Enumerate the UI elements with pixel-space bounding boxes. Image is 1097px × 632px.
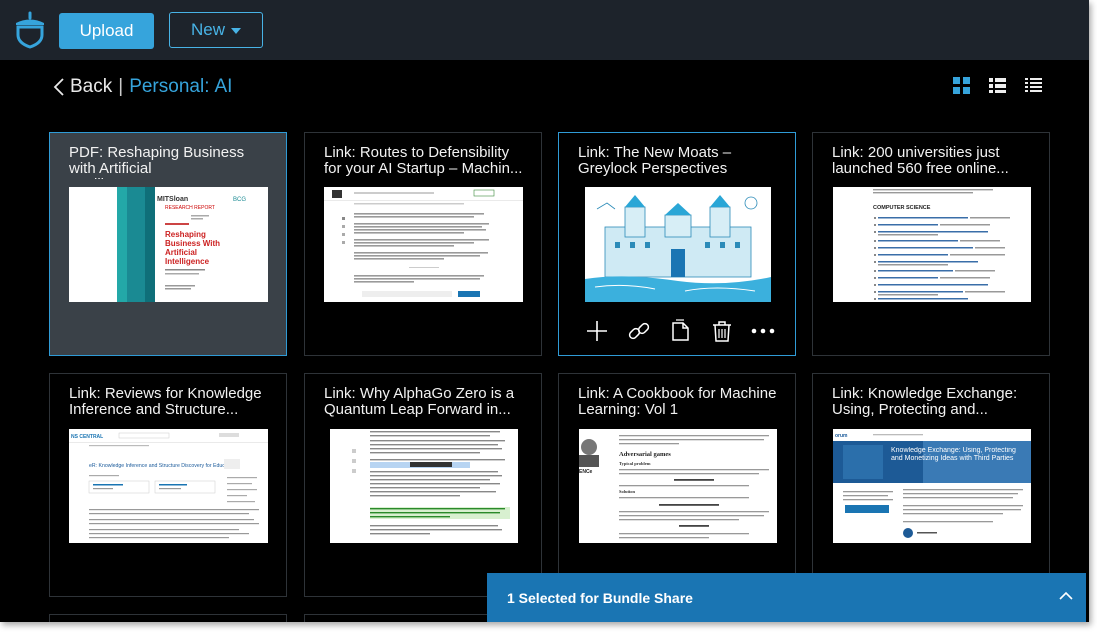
svg-text:ENCe: ENCe [579,469,593,475]
item-card-partial [49,614,287,622]
card-thumbnail: ENCe Adversarial games Typical problem S… [579,429,777,543]
card-title: Link: Reviews for Knowledge Inference an… [69,386,262,418]
back-link[interactable]: Back [70,76,112,98]
chevron-up-icon[interactable] [1059,591,1073,601]
card-thumbnail [324,187,523,302]
item-card[interactable]: Link: A Cookbook for Machine Learning: V… [558,373,796,597]
link-icon[interactable] [627,319,651,343]
thumb-ke-title: Knowledge Exchange: Using, Protecting an… [891,447,1016,462]
card-title: Link: A Cookbook for Machine Learning: V… [578,386,777,418]
thumb-cs-heading: COMPUTER SCIENCE [873,205,931,211]
breadcrumb-personal[interactable]: Personal [129,76,204,98]
bundle-share-label: 1 Selected for Bundle Share [507,590,693,606]
breadcrumb-separator: | [118,76,124,97]
item-card[interactable]: PDF: Reshaping Business with Artificial … [49,132,287,356]
thumb-cookbook-sub2: Solution [619,489,636,494]
thumb-report-label: RESEARCH REPORT [165,205,215,211]
svg-text:Intelligence: Intelligence [165,257,210,266]
card-actions [585,319,775,343]
card-thumbnail: COMPUTER SCIENCE [833,187,1031,302]
thumb-kr-title: eR: Knowledge Inference and Structure Di… [89,463,236,469]
bundle-share-bar[interactable]: 1 Selected for Bundle Share [487,573,1086,622]
card-title: Link: The New Moats – Greylock Perspecti… [578,145,732,177]
card-thumbnail: NS CENTRAL eR: Knowledge Inference and S… [69,429,268,543]
card-title: Link: Routes to Defensibility for your A… [324,145,523,177]
svg-text:BCG: BCG [233,197,246,203]
new-button-label: New [190,20,225,39]
item-card[interactable]: Link: Routes to Defensibility for your A… [304,132,542,356]
svg-text:orum: orum [835,433,848,439]
upload-button[interactable]: Upload [59,13,154,49]
item-card[interactable]: Link: Knowledge Exchange: Using, Protect… [812,373,1050,597]
svg-text:Reshaping: Reshaping [165,230,206,239]
more-icon[interactable] [751,319,775,343]
thumb-brand: MITSloan [157,196,188,203]
list-view-icon[interactable] [989,77,1006,94]
svg-text:Business With: Business With [165,239,220,248]
breadcrumb-colon: : [204,76,210,97]
top-bar: Upload New [0,0,1089,60]
card-thumbnail [330,429,518,543]
card-title: Link: Knowledge Exchange: Using, Protect… [832,386,1018,418]
compact-list-icon[interactable] [1025,77,1042,94]
thumb-kr-brand: NS CENTRAL [71,434,103,440]
item-card[interactable]: Link: Why AlphaGo Zero is a Quantum Leap… [304,373,542,597]
svg-text:Artificial: Artificial [165,248,197,257]
thumb-cookbook-heading: Adversarial games [619,451,671,458]
card-thumbnail: MITSloan RESEARCH REPORT Reshaping Busin… [69,187,268,302]
card-thumbnail: orum Knowledge Exchange: Using, Protecti… [833,429,1031,543]
card-thumbnail [585,187,771,302]
item-card[interactable]: Link: 200 universities just launched 560… [812,132,1050,356]
acorn-shield-icon[interactable] [13,11,47,49]
trash-icon[interactable] [710,319,734,343]
thumb-cookbook-sub: Typical problem [619,461,651,466]
copy-icon[interactable] [668,319,692,343]
card-title: PDF: Reshaping Business with Artificial … [69,145,245,179]
add-icon[interactable] [585,319,609,343]
breadcrumb-current: AI [214,76,233,97]
item-card[interactable]: Link: Reviews for Knowledge Inference an… [49,373,287,597]
card-title: Link: Why AlphaGo Zero is a Quantum Leap… [324,386,515,418]
chevron-left-icon[interactable] [52,77,66,97]
new-dropdown-button[interactable]: New [169,12,263,48]
chevron-down-icon [231,28,241,34]
app-window: Upload New Back | Personal : AI PDF: Res… [0,0,1089,622]
card-title: Link: 200 universities just launched 560… [832,145,1009,177]
item-card[interactable]: Link: The New Moats – Greylock Perspecti… [558,132,796,356]
view-mode-toggle [953,77,1042,94]
breadcrumb: Back | Personal : AI [52,74,232,100]
grid-view-icon[interactable] [953,77,970,94]
